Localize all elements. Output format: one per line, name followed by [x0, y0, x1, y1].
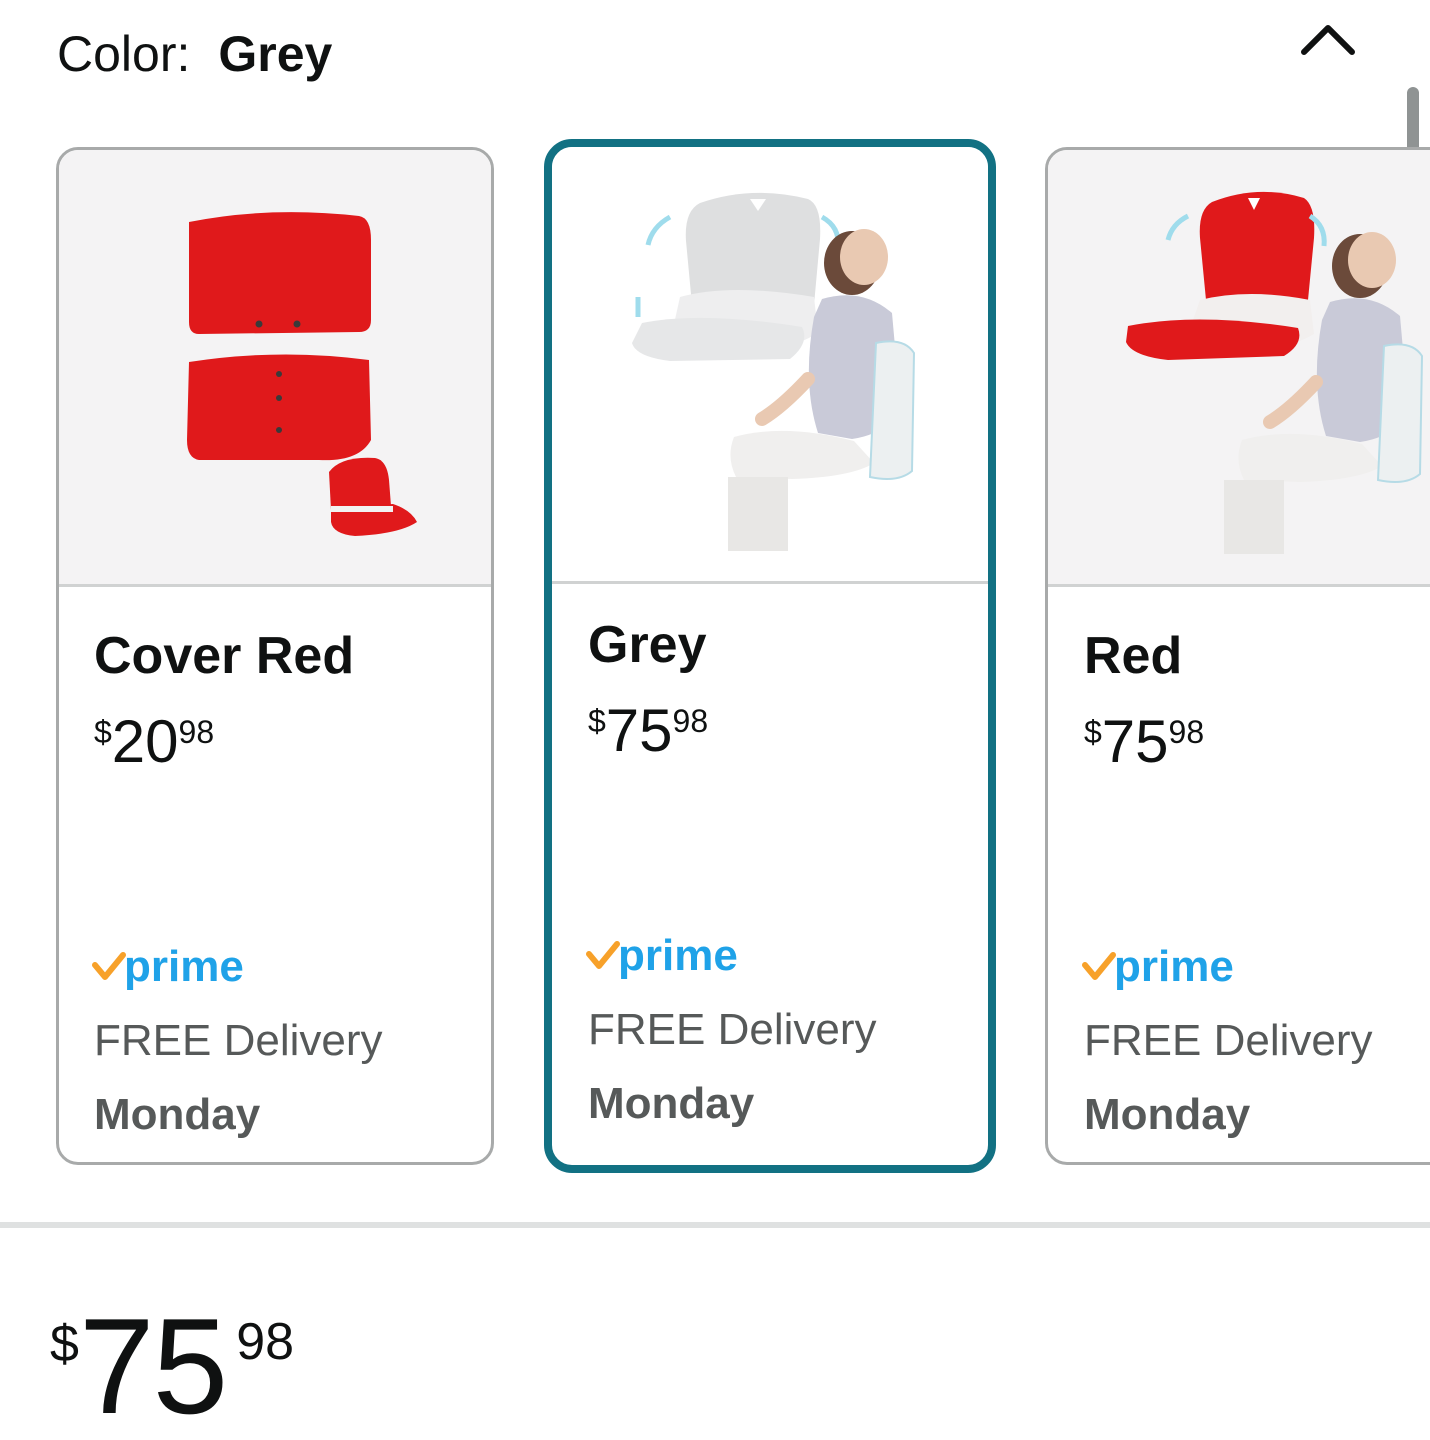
main-price-whole: 75	[78, 1290, 228, 1440]
collapse-button[interactable]	[1290, 8, 1366, 68]
price-whole: 20	[111, 708, 179, 775]
prime-badge: prime	[1082, 942, 1234, 992]
price-currency: $	[588, 703, 606, 739]
price-fraction: 98	[1168, 714, 1205, 750]
delivery-day: Monday	[588, 1079, 755, 1128]
variant-card-cover-red[interactable]: Cover Red $2098 prime FREE Delivery Mond…	[56, 147, 494, 1165]
variant-selector-page: Color: Grey Cover Red $2098 prime FREE D…	[0, 0, 1430, 1440]
variant-price: $2098	[94, 706, 214, 778]
selected-color-value: Grey	[218, 26, 333, 82]
prime-label: prime	[1114, 942, 1234, 991]
cover-red-illustration	[187, 212, 417, 536]
prime-check-icon	[586, 941, 620, 969]
variant-card-grey[interactable]: Grey $7598 prime FREE Delivery Monday	[544, 139, 996, 1173]
variant-name: Red	[1084, 627, 1183, 685]
price-fraction: 98	[672, 703, 709, 739]
main-price-currency: $	[50, 1315, 79, 1373]
prime-check-icon	[1082, 952, 1116, 980]
delivery-text: FREE Delivery	[94, 1016, 383, 1065]
color-label: Color:	[57, 26, 191, 82]
prime-badge: prime	[586, 931, 738, 981]
price-whole: 75	[605, 697, 673, 764]
variant-name: Cover Red	[94, 627, 355, 685]
delivery-day: Monday	[94, 1090, 261, 1139]
variant-image-grey	[552, 147, 988, 584]
section-divider	[0, 1222, 1430, 1228]
variant-name: Grey	[588, 616, 707, 674]
prime-label: prime	[618, 931, 738, 980]
prime-badge: prime	[92, 942, 244, 992]
variant-image-cover-red	[59, 150, 491, 587]
variant-image-red	[1048, 150, 1430, 587]
delivery-text: FREE Delivery	[588, 1005, 877, 1054]
color-selection-header: Color: Grey	[57, 22, 332, 86]
variant-price: $7598	[588, 695, 708, 767]
delivery-text: FREE Delivery	[1084, 1016, 1373, 1065]
price-fraction: 98	[178, 714, 215, 750]
grey-chair-illustration	[632, 192, 916, 551]
price-whole: 75	[1101, 708, 1169, 775]
red-chair-illustration	[1126, 191, 1424, 554]
prime-check-icon	[92, 952, 126, 980]
main-price: $75 98	[50, 1296, 294, 1436]
main-price-fraction: 98	[236, 1313, 295, 1371]
price-currency: $	[1084, 714, 1102, 750]
prime-label: prime	[124, 942, 244, 991]
chevron-up-icon	[1301, 25, 1355, 55]
delivery-day: Monday	[1084, 1090, 1251, 1139]
variant-price: $7598	[1084, 706, 1204, 778]
variant-card-red[interactable]: Red $7598 prime FREE Delivery Monday	[1045, 147, 1430, 1165]
price-currency: $	[94, 714, 112, 750]
